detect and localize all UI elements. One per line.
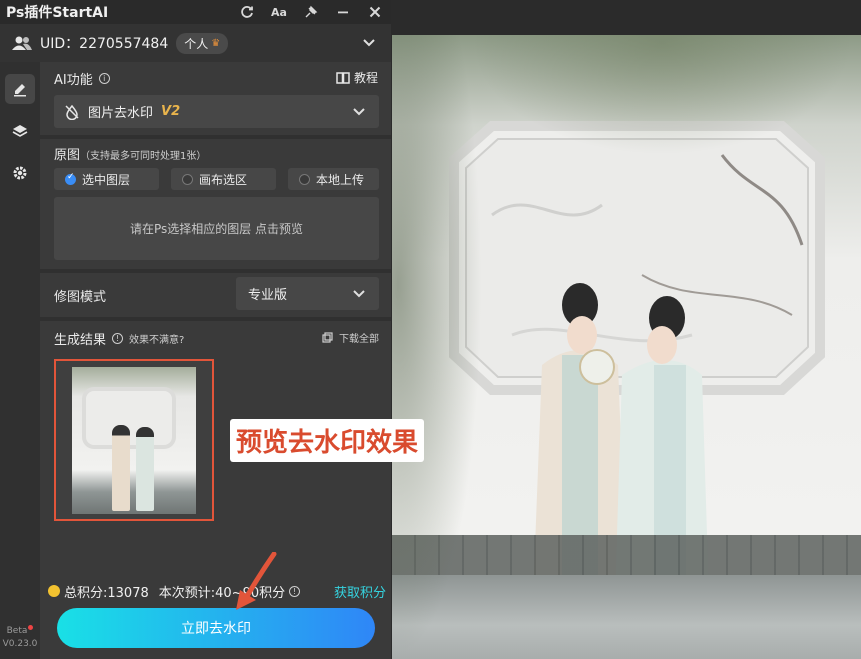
foliage-blur-top [472, 35, 852, 155]
sidebar: Beta V0.23.0 [0, 62, 40, 659]
radio-icon [182, 173, 193, 185]
info-icon[interactable]: i [98, 73, 110, 84]
source-preview[interactable]: 请在Ps选择相应的图层 点击预览 [54, 197, 379, 260]
source-section: 原图 （支持最多可同时处理1张） 选中图层 画布选区 本地上传 请在Ps选择相应… [40, 139, 391, 269]
result-thumbnail[interactable] [54, 359, 214, 521]
download-icon [322, 332, 333, 343]
chevron-down-icon[interactable] [363, 39, 375, 47]
ai-function-value: 图片去水印 [88, 106, 154, 121]
thumb-figure [136, 427, 154, 511]
window-title: Ps插件StartAI [6, 5, 109, 21]
edit-icon[interactable] [5, 74, 35, 104]
preview-hint: 请在Ps选择相应的图层 点击预览 [129, 222, 304, 236]
info-icon[interactable]: ! [289, 585, 301, 597]
mode-section: 修图模式 专业版 [40, 273, 391, 317]
annotation-callout: 预览去水印效果 [230, 419, 425, 462]
download-all-button[interactable]: 下载全部 [322, 330, 379, 345]
user-id: UID：2270557484 [40, 36, 169, 52]
version-info: Beta V0.23.0 [0, 625, 40, 651]
beta-label: Beta [6, 626, 28, 636]
crown-icon: ♛ [211, 37, 221, 49]
remove-watermark-button[interactable]: 立即去水印 [57, 608, 375, 648]
gear-icon[interactable] [5, 158, 35, 188]
ai-function-section: AI功能 i 教程 图片去水印 V2 [40, 62, 391, 135]
badge-label: 个人 [184, 36, 209, 51]
download-all-label: 下载全部 [339, 334, 379, 345]
beta-dot [28, 625, 34, 630]
font-size-icon[interactable]: Aa [263, 0, 295, 24]
ai-function-version: V2 [161, 104, 181, 119]
chevron-down-icon [353, 107, 365, 116]
document-canvas[interactable] [392, 35, 861, 659]
points-bar: 总积分:13078 本次预计:40~90积分 ! 获取积分 [48, 580, 386, 602]
title-bar: Ps插件StartAI Aa [0, 0, 391, 24]
option-local-upload[interactable]: 本地上传 [288, 168, 379, 190]
tutorial-link[interactable]: 教程 [336, 69, 378, 86]
feedback-link[interactable]: 效果不满意? [129, 331, 184, 346]
coin-icon [48, 585, 60, 597]
option-selected-layer[interactable]: 选中图层 [54, 168, 159, 190]
watermark-icon [64, 104, 80, 120]
option-canvas-selection[interactable]: 画布选区 [171, 168, 276, 190]
foliage-blur [392, 35, 482, 659]
mode-value: 专业版 [248, 288, 288, 303]
close-icon[interactable] [359, 0, 391, 24]
option-label: 本地上传 [316, 172, 365, 187]
layers-icon[interactable] [5, 116, 35, 146]
minimize-icon[interactable] [327, 0, 359, 24]
chevron-down-icon [353, 289, 365, 298]
option-label: 选中图层 [82, 172, 131, 187]
get-points-link[interactable]: 获取积分 [334, 582, 386, 601]
ai-function-select[interactable]: 图片去水印 V2 [54, 95, 379, 128]
remove-watermark-label: 立即去水印 [181, 621, 251, 637]
radio-checked-icon [65, 172, 76, 185]
version-label: V0.23.0 [2, 639, 38, 649]
users-icon [12, 35, 32, 51]
annotation-arrow-icon [236, 552, 277, 610]
total-points: 总积分:13078 [64, 585, 149, 601]
plugin-panel: Ps插件StartAI Aa UID：2270557484 个人 ♛ Beta … [0, 0, 391, 659]
radio-icon [299, 173, 310, 185]
option-label: 画布选区 [199, 172, 248, 187]
user-bar: UID：2270557484 个人 ♛ [0, 24, 391, 63]
result-label: 生成结果 [54, 333, 107, 348]
source-hint: （支持最多可同时处理1张） [80, 151, 207, 162]
mode-label: 修图模式 [54, 290, 107, 305]
pin-icon[interactable] [295, 0, 327, 24]
source-label: 原图 [54, 148, 81, 163]
book-icon [336, 71, 350, 84]
ai-function-label: AI功能 [54, 73, 93, 88]
mode-select[interactable]: 专业版 [236, 277, 379, 310]
account-type-badge[interactable]: 个人 ♛ [176, 32, 229, 54]
info-icon[interactable]: ! [112, 333, 124, 344]
thumb-figure [112, 425, 130, 511]
tutorial-label: 教程 [353, 71, 378, 85]
refresh-icon[interactable] [231, 0, 263, 24]
